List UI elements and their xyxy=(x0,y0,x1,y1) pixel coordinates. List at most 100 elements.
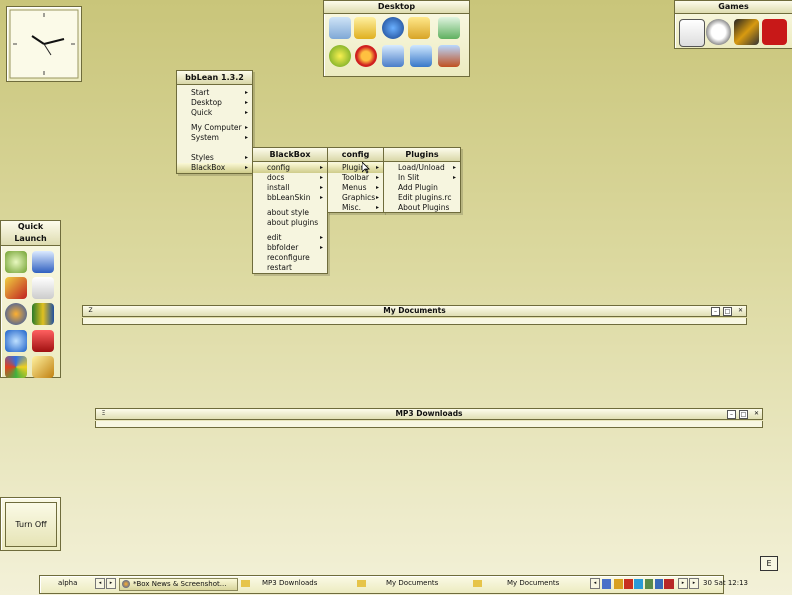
menu-item-config[interactable]: config ▸ xyxy=(253,163,327,173)
menu-item-label: BlackBox xyxy=(191,163,226,172)
recycle-bin-icon[interactable] xyxy=(329,17,351,39)
menu-item-docs[interactable]: docs ▸ xyxy=(253,173,327,183)
cat-icon[interactable] xyxy=(32,277,54,299)
menu-item-toolbar[interactable]: Toolbar ▸ xyxy=(328,173,383,183)
menu-item-label: Styles xyxy=(191,153,214,162)
workspace-next-button[interactable]: ▸ xyxy=(106,578,116,589)
menu-item-reconfigure[interactable]: reconfigure xyxy=(253,253,327,263)
media-player-icon[interactable] xyxy=(329,45,351,67)
mp3-downloads-titlebar[interactable]: Ξ MP3 Downloads – □ ✕ xyxy=(95,408,763,420)
firefox-icon[interactable] xyxy=(5,303,27,325)
menu-item-desktop[interactable]: Desktop ▸ xyxy=(177,98,252,108)
mp3-downloads-window: Ξ MP3 Downloads – □ ✕ xyxy=(95,408,763,428)
games-panel-title: Games xyxy=(675,1,792,14)
ie-browser-icon[interactable] xyxy=(5,330,27,352)
lifebuoy-icon[interactable] xyxy=(355,45,377,67)
tray-next-button[interactable]: ▸ xyxy=(678,578,688,589)
menu-item-add-plugin[interactable]: Add Plugin xyxy=(384,183,460,193)
globe-icon[interactable] xyxy=(382,17,404,39)
window-bottom-edge xyxy=(82,318,747,325)
menu-item-misc[interactable]: Misc. ▸ xyxy=(328,203,383,213)
books-icon[interactable] xyxy=(32,303,54,325)
corner-toggle-button[interactable]: E xyxy=(760,556,778,571)
task-item-mp3[interactable]: MP3 Downloads xyxy=(239,578,352,589)
tray-zonealarm-icon[interactable] xyxy=(614,579,623,589)
menu-item-in-slit[interactable]: In Slit ▸ xyxy=(384,173,460,183)
menu-item-restart[interactable]: restart xyxy=(253,263,327,273)
submenu-arrow-icon: ▸ xyxy=(375,184,379,191)
workspace-prev-button[interactable]: ◂ xyxy=(95,578,105,589)
turn-off-panel: Turn Off xyxy=(0,497,61,551)
menu-item-about-plugins-sub[interactable]: About Plugins xyxy=(384,203,460,213)
menu-item-label: Add Plugin xyxy=(398,183,438,192)
red-game-icon[interactable] xyxy=(762,19,787,45)
menu-item-edit-plugins[interactable]: Edit plugins.rc xyxy=(384,193,460,203)
tray-prev-button[interactable]: ◂ xyxy=(590,578,600,589)
my-documents-titlebar[interactable]: Z My Documents – □ ✕ xyxy=(82,305,747,317)
tray-messenger-icon[interactable] xyxy=(634,579,643,589)
fifa-game-icon[interactable] xyxy=(706,19,731,45)
maximize-button[interactable]: □ xyxy=(723,307,732,316)
control-panel-icon[interactable] xyxy=(438,45,460,67)
tray-app-icon[interactable] xyxy=(664,579,674,589)
menu-item-edit[interactable]: edit ▸ xyxy=(253,233,327,243)
lightning-icon[interactable] xyxy=(32,356,54,378)
taskbar-clock[interactable]: 30 Sat 12:13 xyxy=(703,578,753,589)
minimize-button[interactable]: – xyxy=(727,410,736,419)
wand-icon[interactable] xyxy=(5,277,27,299)
close-button[interactable]: ✕ xyxy=(737,307,744,314)
tray-more-button[interactable]: ▸ xyxy=(689,578,699,589)
computer-icon[interactable] xyxy=(410,45,432,67)
menu-item-blackbox[interactable]: BlackBox ▸ xyxy=(177,163,252,173)
menu-item-my-computer[interactable]: My Computer ▸ xyxy=(177,123,252,133)
menu-item-graphics[interactable]: Graphics ▸ xyxy=(328,193,383,203)
menu-item-label: docs xyxy=(267,173,285,182)
submenu-arrow-icon: ▸ xyxy=(375,204,379,211)
menu-item-quick[interactable]: Quick ▸ xyxy=(177,108,252,118)
racing-game-icon[interactable] xyxy=(734,19,759,45)
gear-app-icon[interactable] xyxy=(5,251,27,273)
window-title: My Documents xyxy=(383,306,446,315)
menu-item-system[interactable]: System ▸ xyxy=(177,133,252,143)
menu-item-plugins[interactable]: Plugins ▸ xyxy=(328,163,383,173)
tray-shield-icon[interactable] xyxy=(655,579,663,589)
menu-item-bbleanskin[interactable]: bbLeanSkin ▸ xyxy=(253,193,327,203)
submenu-arrow-icon: ▸ xyxy=(244,154,248,161)
tray-network-icon[interactable] xyxy=(602,579,611,589)
menu-item-menus[interactable]: Menus ▸ xyxy=(328,183,383,193)
menu-item-label: Edit plugins.rc xyxy=(398,193,452,202)
tray-volume-icon[interactable] xyxy=(645,579,653,589)
task-item-mydocs-1[interactable]: My Documents xyxy=(355,578,468,589)
task-item-mydocs-2[interactable]: My Documents xyxy=(471,578,587,589)
submenu-arrow-icon: ▸ xyxy=(244,109,248,116)
menu-item-styles[interactable]: Styles ▸ xyxy=(177,153,252,163)
open-folder-icon[interactable] xyxy=(408,17,430,39)
maximize-button[interactable]: □ xyxy=(739,410,748,419)
menu-item-label: Graphics xyxy=(342,193,376,202)
menu-item-about-plugins[interactable]: about plugins xyxy=(253,218,327,228)
submenu-arrow-icon: ▸ xyxy=(319,174,323,181)
folder-download-icon[interactable] xyxy=(354,17,376,39)
power-icon[interactable] xyxy=(32,330,54,352)
network-icon[interactable] xyxy=(382,45,404,67)
cursor-icon[interactable] xyxy=(32,251,54,273)
recycle-icon[interactable] xyxy=(438,17,460,39)
submenu-arrow-icon: ▸ xyxy=(244,99,248,106)
menu-item-install[interactable]: install ▸ xyxy=(253,183,327,193)
menu-item-load-unload[interactable]: Load/Unload ▸ xyxy=(384,163,460,173)
reaper-game-icon[interactable] xyxy=(679,19,705,47)
minimize-button[interactable]: – xyxy=(711,307,720,316)
task-item-firefox[interactable]: *Box News & Screenshot... xyxy=(119,578,238,591)
menu-item-bbfolder[interactable]: bbfolder ▸ xyxy=(253,243,327,253)
turn-off-button[interactable]: Turn Off xyxy=(5,502,57,547)
menu-item-about-style[interactable]: about style xyxy=(253,208,327,218)
menu-item-label: edit xyxy=(267,233,282,242)
menu-item-label: reconfigure xyxy=(267,253,310,262)
pinwheel-icon[interactable] xyxy=(5,356,27,378)
close-button[interactable]: ✕ xyxy=(753,410,760,417)
menu-item-label: Load/Unload xyxy=(398,163,445,172)
menu-item-start[interactable]: Start ▸ xyxy=(177,88,252,98)
tray-antivirus-icon[interactable] xyxy=(624,579,633,589)
config-submenu-title: config xyxy=(328,148,383,162)
quick-launch-title: Quick Launch xyxy=(1,221,60,246)
